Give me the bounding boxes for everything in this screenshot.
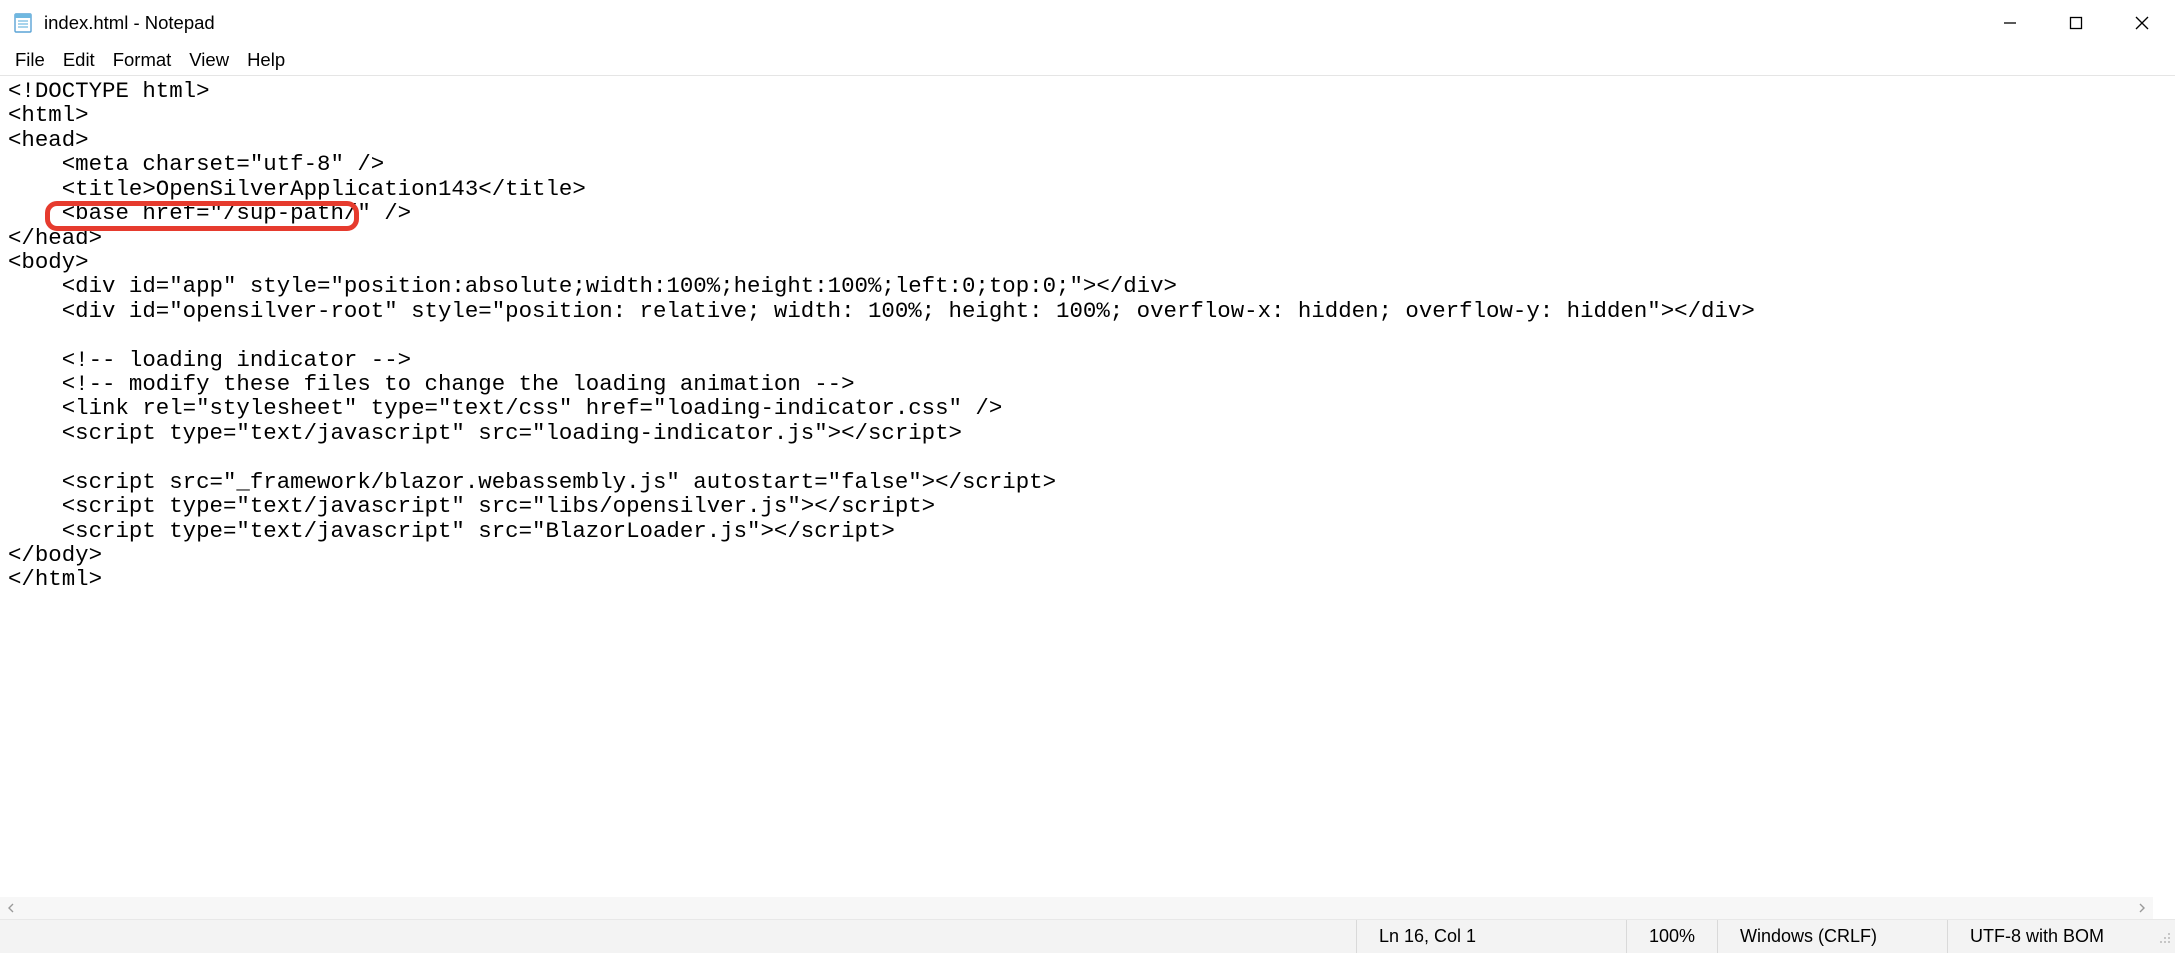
window-controls (1977, 0, 2175, 46)
menu-help[interactable]: Help (238, 47, 294, 73)
minimize-button[interactable] (1977, 0, 2043, 46)
titlebar: index.html - Notepad (0, 0, 2175, 46)
status-encoding: UTF-8 with BOM (1947, 920, 2147, 953)
menu-view[interactable]: View (180, 47, 238, 73)
scroll-right-icon[interactable] (2133, 899, 2151, 917)
scroll-left-icon[interactable] (2, 899, 20, 917)
menu-edit[interactable]: Edit (54, 47, 104, 73)
titlebar-left: index.html - Notepad (12, 12, 215, 34)
horizontal-scrollbar[interactable] (0, 897, 2153, 919)
statusbar: Ln 16, Col 1 100% Windows (CRLF) UTF-8 w… (0, 919, 2175, 953)
status-caret-position: Ln 16, Col 1 (1356, 920, 1626, 953)
menubar: File Edit Format View Help (0, 46, 2175, 76)
editor-area: <!DOCTYPE html> <html> <head> <meta char… (0, 76, 2175, 919)
menu-file[interactable]: File (6, 47, 54, 73)
window-title: index.html - Notepad (44, 12, 215, 34)
close-button[interactable] (2109, 0, 2175, 46)
maximize-button[interactable] (2043, 0, 2109, 46)
status-line-ending: Windows (CRLF) (1717, 920, 1947, 953)
status-zoom: 100% (1626, 920, 1717, 953)
menu-format[interactable]: Format (104, 47, 181, 73)
text-editor[interactable]: <!DOCTYPE html> <html> <head> <meta char… (0, 76, 2175, 595)
notepad-icon (12, 12, 34, 34)
resize-grip-icon[interactable] (2147, 926, 2175, 948)
